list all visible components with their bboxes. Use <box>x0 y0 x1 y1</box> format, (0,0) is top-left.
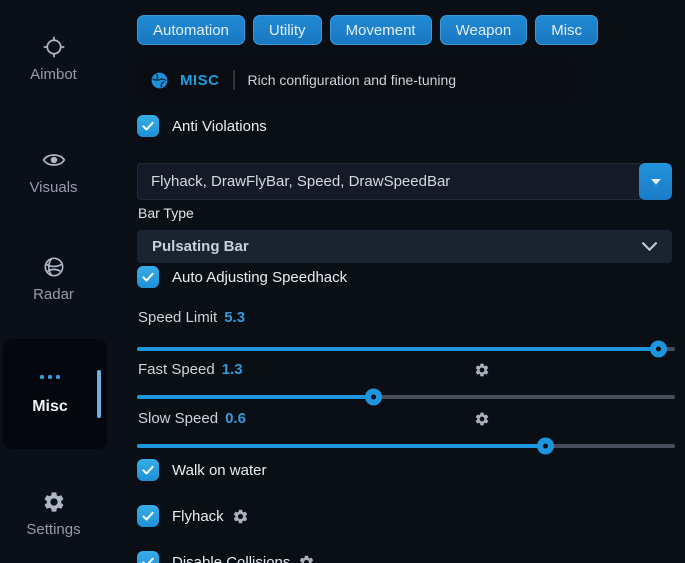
sidebar-item-aimbot[interactable]: Aimbot <box>0 33 107 83</box>
tab-automation[interactable]: Automation <box>137 15 245 45</box>
toggle-text: Disable Collisions <box>172 554 290 563</box>
sidebar-item-misc[interactable]: Misc <box>3 339 107 449</box>
check-icon <box>141 119 155 133</box>
globe-icon <box>0 253 107 281</box>
caret-down-icon <box>650 178 662 186</box>
gear-icon[interactable] <box>232 508 249 525</box>
slider-track[interactable] <box>137 444 675 448</box>
check-icon <box>141 270 155 284</box>
section-subtitle: Rich configuration and fine-tuning <box>248 72 457 88</box>
check-icon <box>141 463 155 477</box>
toggle-label: Flyhack <box>172 508 249 525</box>
slider-thumb[interactable] <box>365 388 382 405</box>
sidebar-item-radar[interactable]: Radar <box>0 253 107 303</box>
slider-thumb[interactable] <box>537 437 554 454</box>
flags-dropdown: Flyhack, DrawFlyBar, Speed, DrawSpeedBar <box>137 163 672 200</box>
anti-violations-toggle[interactable]: Anti Violations <box>137 115 267 137</box>
globe-icon <box>150 71 169 90</box>
section-title: MISC <box>180 72 220 89</box>
chevron-down-icon <box>642 242 657 251</box>
category-tabs: Automation Utility Movement Weapon Misc <box>137 15 598 45</box>
sidebar-item-label: Settings <box>0 521 107 538</box>
toggle-text: Flyhack <box>172 508 224 525</box>
check-icon <box>141 555 155 563</box>
fast-speed-label: Fast Speed 1.3 <box>138 361 243 378</box>
slider-thumb[interactable] <box>650 340 667 357</box>
slider-value: 5.3 <box>224 309 245 326</box>
mod-menu-window: Aimbot Visuals Radar <box>0 0 685 563</box>
slider-name: Speed Limit <box>138 309 217 326</box>
slow-speed-label: Slow Speed 0.6 <box>138 410 246 427</box>
active-indicator <box>97 370 101 418</box>
slider-fill <box>137 395 374 399</box>
slider-name: Fast Speed <box>138 361 215 378</box>
sidebar-item-settings[interactable]: Settings <box>0 488 107 538</box>
checkbox-checked[interactable] <box>137 115 159 137</box>
ellipsis-icon <box>3 375 97 379</box>
bar-type-label: Bar Type <box>138 205 194 221</box>
flyhack-toggle[interactable]: Flyhack <box>137 505 249 527</box>
check-icon <box>141 509 155 523</box>
tab-misc[interactable]: Misc <box>535 15 598 45</box>
slider-track[interactable] <box>137 347 675 351</box>
slider-value: 1.3 <box>222 361 243 378</box>
toggle-label: Auto Adjusting Speedhack <box>172 269 347 286</box>
tab-weapon[interactable]: Weapon <box>440 15 528 45</box>
eye-icon <box>0 146 107 174</box>
slider-name: Slow Speed <box>138 410 218 427</box>
sidebar: Aimbot Visuals Radar <box>0 0 130 563</box>
sidebar-item-label: Radar <box>0 286 107 303</box>
checkbox-checked[interactable] <box>137 459 159 481</box>
crosshair-icon <box>0 33 107 61</box>
gear-icon <box>0 488 107 516</box>
gear-icon[interactable] <box>474 411 490 432</box>
walk-on-water-toggle[interactable]: Walk on water <box>137 459 266 481</box>
slider-value: 0.6 <box>225 410 246 427</box>
checkbox-checked[interactable] <box>137 266 159 288</box>
flags-dropdown-text: Flyhack, DrawFlyBar, Speed, DrawSpeedBar <box>151 173 450 190</box>
tab-utility[interactable]: Utility <box>253 15 322 45</box>
bar-type-value: Pulsating Bar <box>152 238 249 255</box>
speed-limit-label: Speed Limit 5.3 <box>138 309 245 326</box>
sidebar-item-visuals[interactable]: Visuals <box>0 146 107 196</box>
sidebar-item-label: Misc <box>3 398 97 416</box>
toggle-label: Disable Collisions <box>172 554 315 563</box>
flags-dropdown-button[interactable] <box>639 163 672 200</box>
header-divider <box>233 70 235 90</box>
toggle-label: Walk on water <box>172 462 266 479</box>
slider-fill <box>137 347 659 351</box>
gear-icon[interactable] <box>298 554 315 563</box>
sidebar-item-label: Visuals <box>0 179 107 196</box>
section-header: MISC Rich configuration and fine-tuning <box>137 62 575 98</box>
gear-icon[interactable] <box>474 362 490 383</box>
sidebar-item-label: Aimbot <box>0 66 107 83</box>
bar-type-dropdown[interactable]: Pulsating Bar <box>137 230 672 263</box>
fast-speed-slider[interactable] <box>137 388 675 405</box>
slider-track[interactable] <box>137 395 675 399</box>
slider-fill <box>137 444 546 448</box>
checkbox-checked[interactable] <box>137 505 159 527</box>
tab-movement[interactable]: Movement <box>330 15 432 45</box>
toggle-label: Anti Violations <box>172 118 267 135</box>
disable-collisions-toggle[interactable]: Disable Collisions <box>137 551 315 563</box>
checkbox-checked[interactable] <box>137 551 159 563</box>
slow-speed-slider[interactable] <box>137 437 675 454</box>
speed-limit-slider[interactable] <box>137 340 675 357</box>
flags-dropdown-value[interactable]: Flyhack, DrawFlyBar, Speed, DrawSpeedBar <box>137 163 641 200</box>
auto-adjusting-speedhack-toggle[interactable]: Auto Adjusting Speedhack <box>137 266 347 288</box>
misc-panel: Automation Utility Movement Weapon Misc … <box>137 0 675 563</box>
